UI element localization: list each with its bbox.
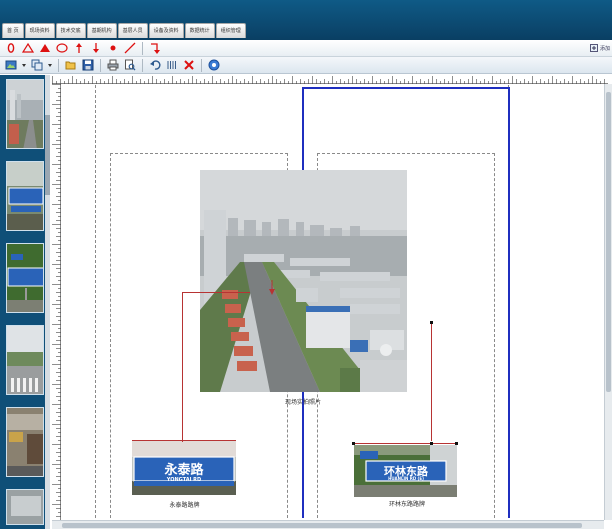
- undo-icon[interactable]: [148, 58, 162, 72]
- toolbar-divider: [100, 58, 101, 72]
- selection-handle-middle[interactable]: [430, 442, 433, 445]
- page-guide-top: [302, 87, 510, 89]
- thumbnail-sign-huanlin[interactable]: [6, 243, 44, 313]
- grid-icon[interactable]: [165, 58, 179, 72]
- canvas-horizontal-scrollbar[interactable]: [52, 520, 604, 529]
- shape-toolbar: [0, 40, 612, 57]
- add-icon: [589, 44, 598, 52]
- duplicate-icon[interactable]: [30, 58, 44, 72]
- thumbnail-city-street[interactable]: [6, 79, 44, 149]
- print-icon[interactable]: [106, 58, 120, 72]
- ellipse-icon[interactable]: [55, 41, 69, 55]
- toolbar-divider: [142, 41, 143, 55]
- dropdown-arrow-icon[interactable]: [21, 58, 27, 72]
- leader-line-left-horizontal[interactable]: [182, 292, 250, 293]
- print-preview-icon[interactable]: [123, 58, 137, 72]
- toolbar-divider: [201, 58, 202, 72]
- drawing-canvas[interactable]: 现场实拍照片 永泰路 YONGTAI RD 永泰路路牌 环林东路 HUANLIN…: [62, 85, 604, 523]
- leader-line-right-vertical[interactable]: [431, 323, 432, 441]
- canvas-vertical-scrollbar[interactable]: [604, 84, 612, 520]
- sign-huanlin-caption: 环林东路路牌: [388, 501, 425, 508]
- selection-handle-right[interactable]: [455, 442, 458, 445]
- left-ruler: [52, 84, 61, 520]
- sign-yongtai-en: YONGTAI RD: [166, 477, 202, 483]
- tab-site-data[interactable]: 现场资料: [24, 23, 55, 38]
- tab-base-organization[interactable]: 基期机构: [86, 23, 117, 38]
- number-zero-icon[interactable]: [4, 41, 18, 55]
- horizontal-scroll-thumb[interactable]: [62, 523, 582, 528]
- selection-handle-left[interactable]: [352, 442, 355, 445]
- tab-base-personnel[interactable]: 基层人员: [117, 23, 148, 38]
- leader-line-right-base[interactable]: [354, 443, 457, 444]
- save-icon[interactable]: [81, 58, 95, 72]
- image-icon[interactable]: [4, 58, 18, 72]
- leader-line-left-vertical[interactable]: [182, 292, 183, 442]
- dropdown-arrow-icon-2[interactable]: [47, 58, 53, 72]
- toolbar-divider: [142, 58, 143, 72]
- sign-huanlin-en: HUANLIN RD (E): [388, 476, 424, 481]
- page-guide-right: [508, 87, 510, 518]
- tab-equipment-data[interactable]: 设备及资料: [148, 23, 184, 38]
- toolbar-divider: [58, 58, 59, 72]
- vertical-scroll-thumb[interactable]: [606, 92, 611, 392]
- nav-tabs: 首 页 现场资料 技术交底 基期机构 基层人员 设备及资料 数据统计 组织管理: [2, 23, 246, 38]
- site-photo[interactable]: [200, 170, 407, 392]
- sign-photo-yongtai[interactable]: 永泰路 YONGTAI RD: [132, 441, 236, 495]
- thumbnail-partial[interactable]: [6, 489, 44, 525]
- thumbnail-road-crossing[interactable]: [6, 325, 44, 395]
- tab-organization-management[interactable]: 组织管理: [215, 23, 246, 38]
- triangle-outline-icon[interactable]: [21, 41, 35, 55]
- leader-arrow-icon: [269, 280, 275, 295]
- dot-icon[interactable]: [106, 41, 120, 55]
- arrow-up-icon[interactable]: [72, 41, 86, 55]
- site-photo-caption: 现场实拍照片: [284, 399, 321, 406]
- help-icon[interactable]: [207, 58, 221, 72]
- delete-icon[interactable]: [182, 58, 196, 72]
- triangle-filled-icon[interactable]: [38, 41, 52, 55]
- app-header: 首 页 现场资料 技术交底 基期机构 基层人员 设备及资料 数据统计 组织管理: [0, 0, 612, 40]
- thumbnail-sign-yongtai[interactable]: [6, 161, 44, 231]
- leader-line-left-base[interactable]: [132, 440, 236, 441]
- thumbnail-strip: [0, 75, 50, 529]
- add-label: 添加: [599, 45, 610, 52]
- sign-photo-huanlin[interactable]: 环林东路 HUANLIN RD (E): [354, 445, 457, 497]
- corner-arrow-icon[interactable]: [148, 41, 162, 55]
- tab-statistics[interactable]: 数据统计: [184, 23, 215, 38]
- thumbnail-scroll-thumb[interactable]: [45, 115, 50, 195]
- folder-open-icon[interactable]: [64, 58, 78, 72]
- tab-technical-briefing[interactable]: 技术交底: [55, 23, 86, 38]
- add-link[interactable]: 添加: [589, 44, 610, 52]
- thumbnail-scrollbar[interactable]: [45, 75, 50, 529]
- tab-home[interactable]: 首 页: [2, 23, 24, 38]
- sign-yongtai-cn: 永泰路: [164, 463, 204, 478]
- top-ruler: [52, 76, 608, 84]
- thumbnail-storefront[interactable]: [6, 407, 44, 477]
- sign-yongtai-caption: 永泰路路牌: [169, 502, 200, 509]
- leader-handle-top[interactable]: [430, 321, 433, 324]
- line-icon[interactable]: [123, 41, 137, 55]
- margin-guide-left: [95, 85, 96, 518]
- arrow-down-icon[interactable]: [89, 41, 103, 55]
- file-toolbar: [0, 57, 612, 74]
